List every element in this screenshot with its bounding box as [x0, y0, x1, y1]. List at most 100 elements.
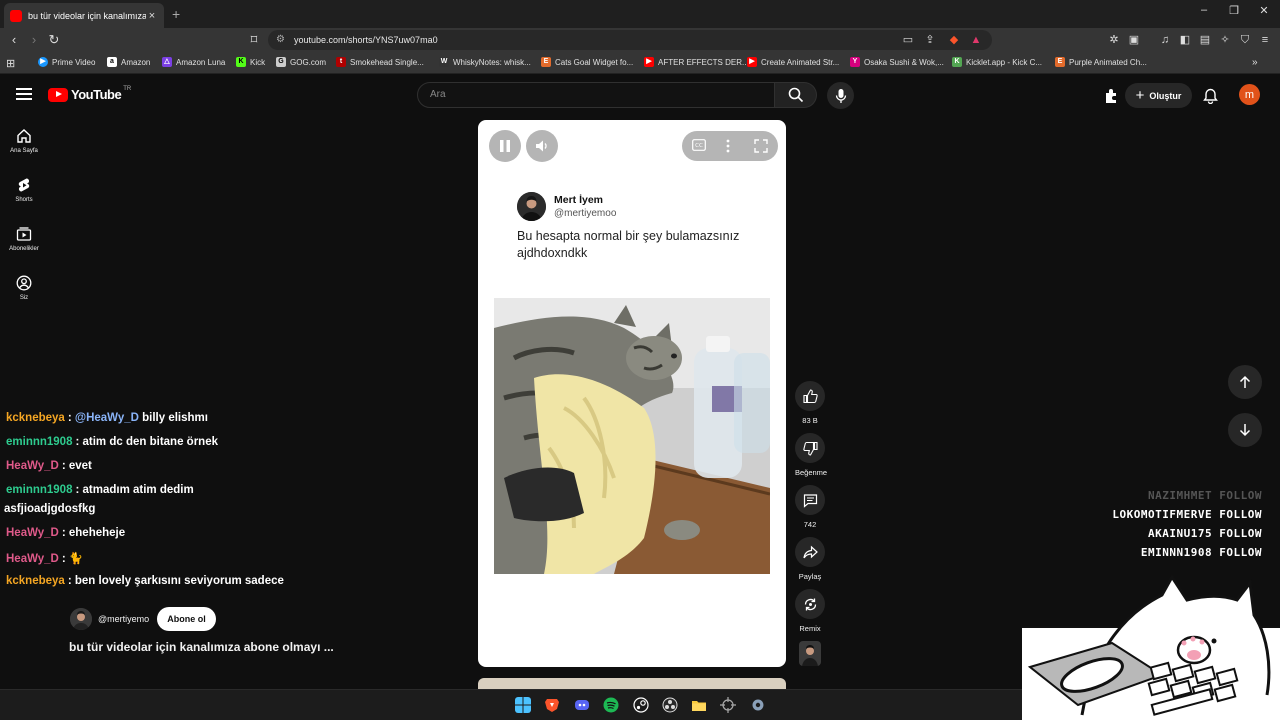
- remix-action[interactable]: Remix: [795, 589, 825, 633]
- bookmark-item[interactable]: E Purple Animated Ch...: [1055, 57, 1147, 67]
- bookmark-item[interactable]: ▶ Prime Video: [38, 57, 95, 67]
- brave-rewards-icon[interactable]: ▲: [968, 33, 984, 47]
- chat-text: eheheheje: [68, 527, 126, 539]
- browser-tab-active[interactable]: bu tür videolar için kanalımıza ×: [4, 3, 164, 28]
- nav-you[interactable]: Siz: [0, 275, 48, 301]
- brave-shields-icon[interactable]: ◆: [946, 33, 962, 47]
- account-circle-icon: [16, 275, 32, 291]
- brave-browser-icon[interactable]: [544, 697, 560, 713]
- user-avatar[interactable]: m: [1239, 84, 1260, 105]
- shorts-player[interactable]: CC Mert İyem @mertiyemoo Bu hesapta norm…: [478, 120, 786, 667]
- remix-button[interactable]: [795, 589, 825, 619]
- bookmark-favicon-icon: ▶: [644, 57, 654, 67]
- fullscreen-icon[interactable]: [754, 139, 768, 153]
- subscribe-button[interactable]: Abone ol: [157, 607, 216, 631]
- cat-video-frame: [494, 298, 770, 574]
- bookmark-item[interactable]: a Amazon: [107, 57, 150, 67]
- window-minimize-button[interactable]: –: [1194, 4, 1214, 16]
- captions-icon[interactable]: CC: [692, 139, 706, 151]
- dislike-button[interactable]: [795, 433, 825, 463]
- tweet-author-name: Mert İyem: [554, 194, 604, 206]
- apps-grid-icon[interactable]: ⊞: [6, 57, 15, 70]
- extensions-icon[interactable]: ✲: [1106, 33, 1122, 47]
- windows-start-icon[interactable]: [515, 697, 531, 713]
- comments-action[interactable]: 742: [795, 485, 825, 529]
- youtube-logo[interactable]: YouTube TR: [48, 86, 131, 102]
- subscriptions-icon: [16, 227, 32, 241]
- sidebar-icon[interactable]: ◧: [1177, 33, 1193, 47]
- player-controls-group: CC: [682, 131, 778, 161]
- crosshair-app-icon[interactable]: [720, 697, 736, 713]
- reload-icon[interactable]: ↻: [46, 32, 62, 48]
- share-action[interactable]: Paylaş: [795, 537, 825, 581]
- media-icon[interactable]: ♫: [1157, 33, 1173, 47]
- wallet-icon[interactable]: ▤: [1197, 33, 1213, 47]
- tab-close-icon[interactable]: ×: [146, 10, 158, 22]
- browser-menu-icon[interactable]: ≡: [1257, 33, 1273, 47]
- chat-text: ben lovely şarkısını seviyorum sadece: [74, 575, 284, 587]
- back-icon[interactable]: ‹: [6, 32, 22, 48]
- forward-icon[interactable]: ›: [26, 32, 42, 48]
- like-button[interactable]: [795, 381, 825, 411]
- spotify-icon[interactable]: [603, 697, 619, 713]
- next-short-button[interactable]: [1228, 413, 1262, 447]
- like-action[interactable]: 83 B: [795, 381, 825, 425]
- previous-short-button[interactable]: [1228, 365, 1262, 399]
- remix-icon: [804, 598, 816, 610]
- share-button[interactable]: [795, 537, 825, 567]
- window-close-button[interactable]: ✕: [1254, 4, 1274, 17]
- notifications-bell-icon[interactable]: [1203, 88, 1218, 104]
- pause-button[interactable]: [489, 130, 521, 162]
- nav-shorts[interactable]: Shorts: [0, 177, 48, 203]
- next-short-preview[interactable]: [478, 678, 786, 689]
- bookmark-item[interactable]: W WhiskyNotes: whisk...: [439, 57, 531, 67]
- share-page-icon[interactable]: ⇪: [922, 33, 938, 47]
- hamburger-menu-icon[interactable]: [16, 88, 32, 100]
- bookmark-item[interactable]: K Kick: [236, 57, 265, 67]
- window-restore-button[interactable]: ❐: [1224, 4, 1244, 17]
- screenshot-icon[interactable]: ▣: [1126, 33, 1142, 47]
- discord-icon[interactable]: [574, 697, 590, 713]
- site-info-icon[interactable]: ⚙: [276, 34, 285, 45]
- bookmark-item[interactable]: Y Osaka Sushi & Wok,...: [850, 57, 944, 67]
- channel-handle[interactable]: @mertiyemo: [98, 614, 149, 624]
- more-options-icon[interactable]: [726, 139, 730, 153]
- search-input[interactable]: Ara: [417, 82, 775, 108]
- vpn-shield-icon[interactable]: ⛉: [1237, 33, 1253, 47]
- bookmark-item[interactable]: ▶ Create Animated Str...: [747, 57, 839, 67]
- bookmark-item[interactable]: ▶ AFTER EFFECTS DER...: [644, 57, 749, 67]
- comments-button[interactable]: [795, 485, 825, 515]
- channel-avatar-image: [70, 608, 92, 630]
- cast-icon[interactable]: ▭: [900, 33, 916, 47]
- url-text: youtube.com/shorts/YNS7uw07ma0: [294, 35, 438, 45]
- follow-alert: AKAINU175 FOLLOW: [1148, 527, 1262, 540]
- voice-search-button[interactable]: [827, 82, 854, 109]
- volume-button[interactable]: [526, 130, 558, 162]
- dislike-action[interactable]: Beğenme: [795, 433, 827, 477]
- search-button[interactable]: [775, 82, 817, 108]
- obs-studio-icon[interactable]: [662, 697, 678, 713]
- windows-taskbar: [0, 689, 1022, 720]
- file-explorer-icon[interactable]: [691, 697, 707, 713]
- bookmark-item[interactable]: G GOG.com: [276, 57, 326, 67]
- bookmark-favicon-icon: K: [952, 57, 962, 67]
- video-title[interactable]: bu tür videolar için kanalımıza abone ol…: [69, 640, 334, 654]
- nav-label: Siz: [19, 295, 29, 301]
- more-bookmarks-icon[interactable]: »: [1252, 57, 1258, 68]
- sound-thumbnail[interactable]: [799, 641, 821, 666]
- bookmark-item[interactable]: E Cats Goal Widget fo...: [541, 57, 633, 67]
- nav-subscriptions[interactable]: Abonelikler: [0, 226, 48, 252]
- create-button[interactable]: + Oluştur: [1125, 83, 1192, 108]
- leo-ai-icon[interactable]: ✧: [1217, 33, 1233, 47]
- bookmark-item[interactable]: K Kicklet.app - Kick C...: [952, 57, 1042, 67]
- bookmark-item[interactable]: t Smokehead Single...: [336, 57, 424, 67]
- studio-puzzle-icon[interactable]: [1103, 88, 1119, 104]
- nav-home[interactable]: Ana Sayfa: [0, 128, 48, 154]
- bookmark-page-icon[interactable]: ⌑: [246, 32, 262, 48]
- settings-gear-icon[interactable]: [750, 697, 766, 713]
- steam-icon[interactable]: [633, 697, 649, 713]
- channel-avatar[interactable]: [70, 608, 92, 630]
- address-bar[interactable]: ⚙ youtube.com/shorts/YNS7uw07ma0: [268, 30, 992, 50]
- new-tab-button[interactable]: +: [172, 6, 180, 22]
- bookmark-item[interactable]: △ Amazon Luna: [162, 57, 225, 67]
